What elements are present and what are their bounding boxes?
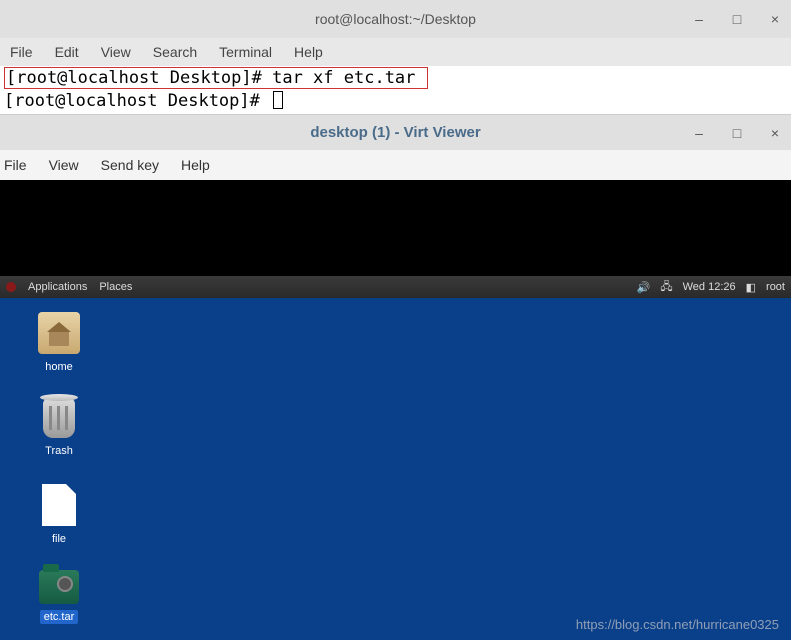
watermark: https://blog.csdn.net/hurricane0325: [576, 617, 779, 632]
terminal-minimize-button[interactable]: –: [691, 11, 707, 27]
network-icon[interactable]: 🖧: [660, 278, 672, 297]
virtviewer-menu-file[interactable]: File: [4, 157, 27, 173]
desktop-icon-file[interactable]: file: [24, 484, 94, 546]
terminal-title: root@localhost:~/Desktop: [315, 11, 476, 27]
trash-icon: [43, 398, 75, 438]
vm-desktop[interactable]: home Trash file etc.tar https://blog.csd…: [0, 298, 791, 640]
virtviewer-menu-sendkey[interactable]: Send key: [101, 157, 159, 173]
redhat-icon: [6, 282, 16, 292]
terminal-menu-help[interactable]: Help: [294, 44, 323, 60]
etctar-label: etc.tar: [40, 610, 79, 624]
gnome-panel: Applications Places 🔊 🖧 Wed 12:26 ◧ root: [0, 276, 791, 298]
file-label: file: [48, 532, 70, 546]
virtviewer-title: desktop (1) - Virt Viewer: [310, 124, 480, 141]
virtviewer-title-bar: desktop (1) - Virt Viewer – □ ×: [0, 114, 791, 150]
home-folder-icon: [38, 312, 80, 354]
terminal-body[interactable]: [root@localhost Desktop]# tar xf etc.tar…: [0, 66, 791, 114]
terminal-menu-file[interactable]: File: [10, 44, 33, 60]
terminal-highlight: [root@localhost Desktop]# tar xf etc.tar: [4, 67, 428, 89]
virtviewer-menu-view[interactable]: View: [49, 157, 79, 173]
sound-icon[interactable]: 🔊: [637, 281, 651, 294]
terminal-title-bar: root@localhost:~/Desktop – □ ×: [0, 0, 791, 38]
desktop-icon-trash[interactable]: Trash: [24, 398, 94, 458]
user-icon: ◧: [746, 281, 756, 294]
terminal-cursor: [273, 91, 283, 109]
panel-places[interactable]: Places: [99, 281, 132, 293]
home-label: home: [41, 360, 77, 374]
panel-clock[interactable]: Wed 12:26: [683, 281, 736, 293]
virtviewer-minimize-button[interactable]: –: [691, 125, 707, 141]
terminal-close-button[interactable]: ×: [767, 11, 783, 27]
trash-label: Trash: [41, 444, 77, 458]
terminal-menu-view[interactable]: View: [101, 44, 131, 60]
vm-black-area: [0, 180, 791, 276]
terminal-menu-search[interactable]: Search: [153, 44, 197, 60]
desktop-icon-etctar[interactable]: etc.tar: [24, 570, 94, 624]
term-line2-prompt: [root@localhost Desktop]#: [4, 91, 270, 111]
terminal-menu-bar: File Edit View Search Terminal Help: [0, 38, 791, 66]
virtviewer-menu-help[interactable]: Help: [181, 157, 210, 173]
terminal-menu-terminal[interactable]: Terminal: [219, 44, 272, 60]
terminal-maximize-button[interactable]: □: [729, 11, 745, 27]
desktop-icon-home[interactable]: home: [24, 312, 94, 374]
archive-icon: [39, 570, 79, 604]
virtviewer-menu-bar: File View Send key Help: [0, 150, 791, 180]
panel-user[interactable]: root: [766, 281, 785, 293]
term-line1-prompt: [root@localhost Desktop]#: [6, 68, 262, 88]
term-line1-cmd: tar xf etc.tar: [262, 68, 426, 88]
panel-applications[interactable]: Applications: [28, 281, 87, 293]
virtviewer-close-button[interactable]: ×: [767, 125, 783, 141]
file-icon: [42, 484, 76, 526]
terminal-menu-edit[interactable]: Edit: [55, 44, 79, 60]
virtviewer-maximize-button[interactable]: □: [729, 125, 745, 141]
